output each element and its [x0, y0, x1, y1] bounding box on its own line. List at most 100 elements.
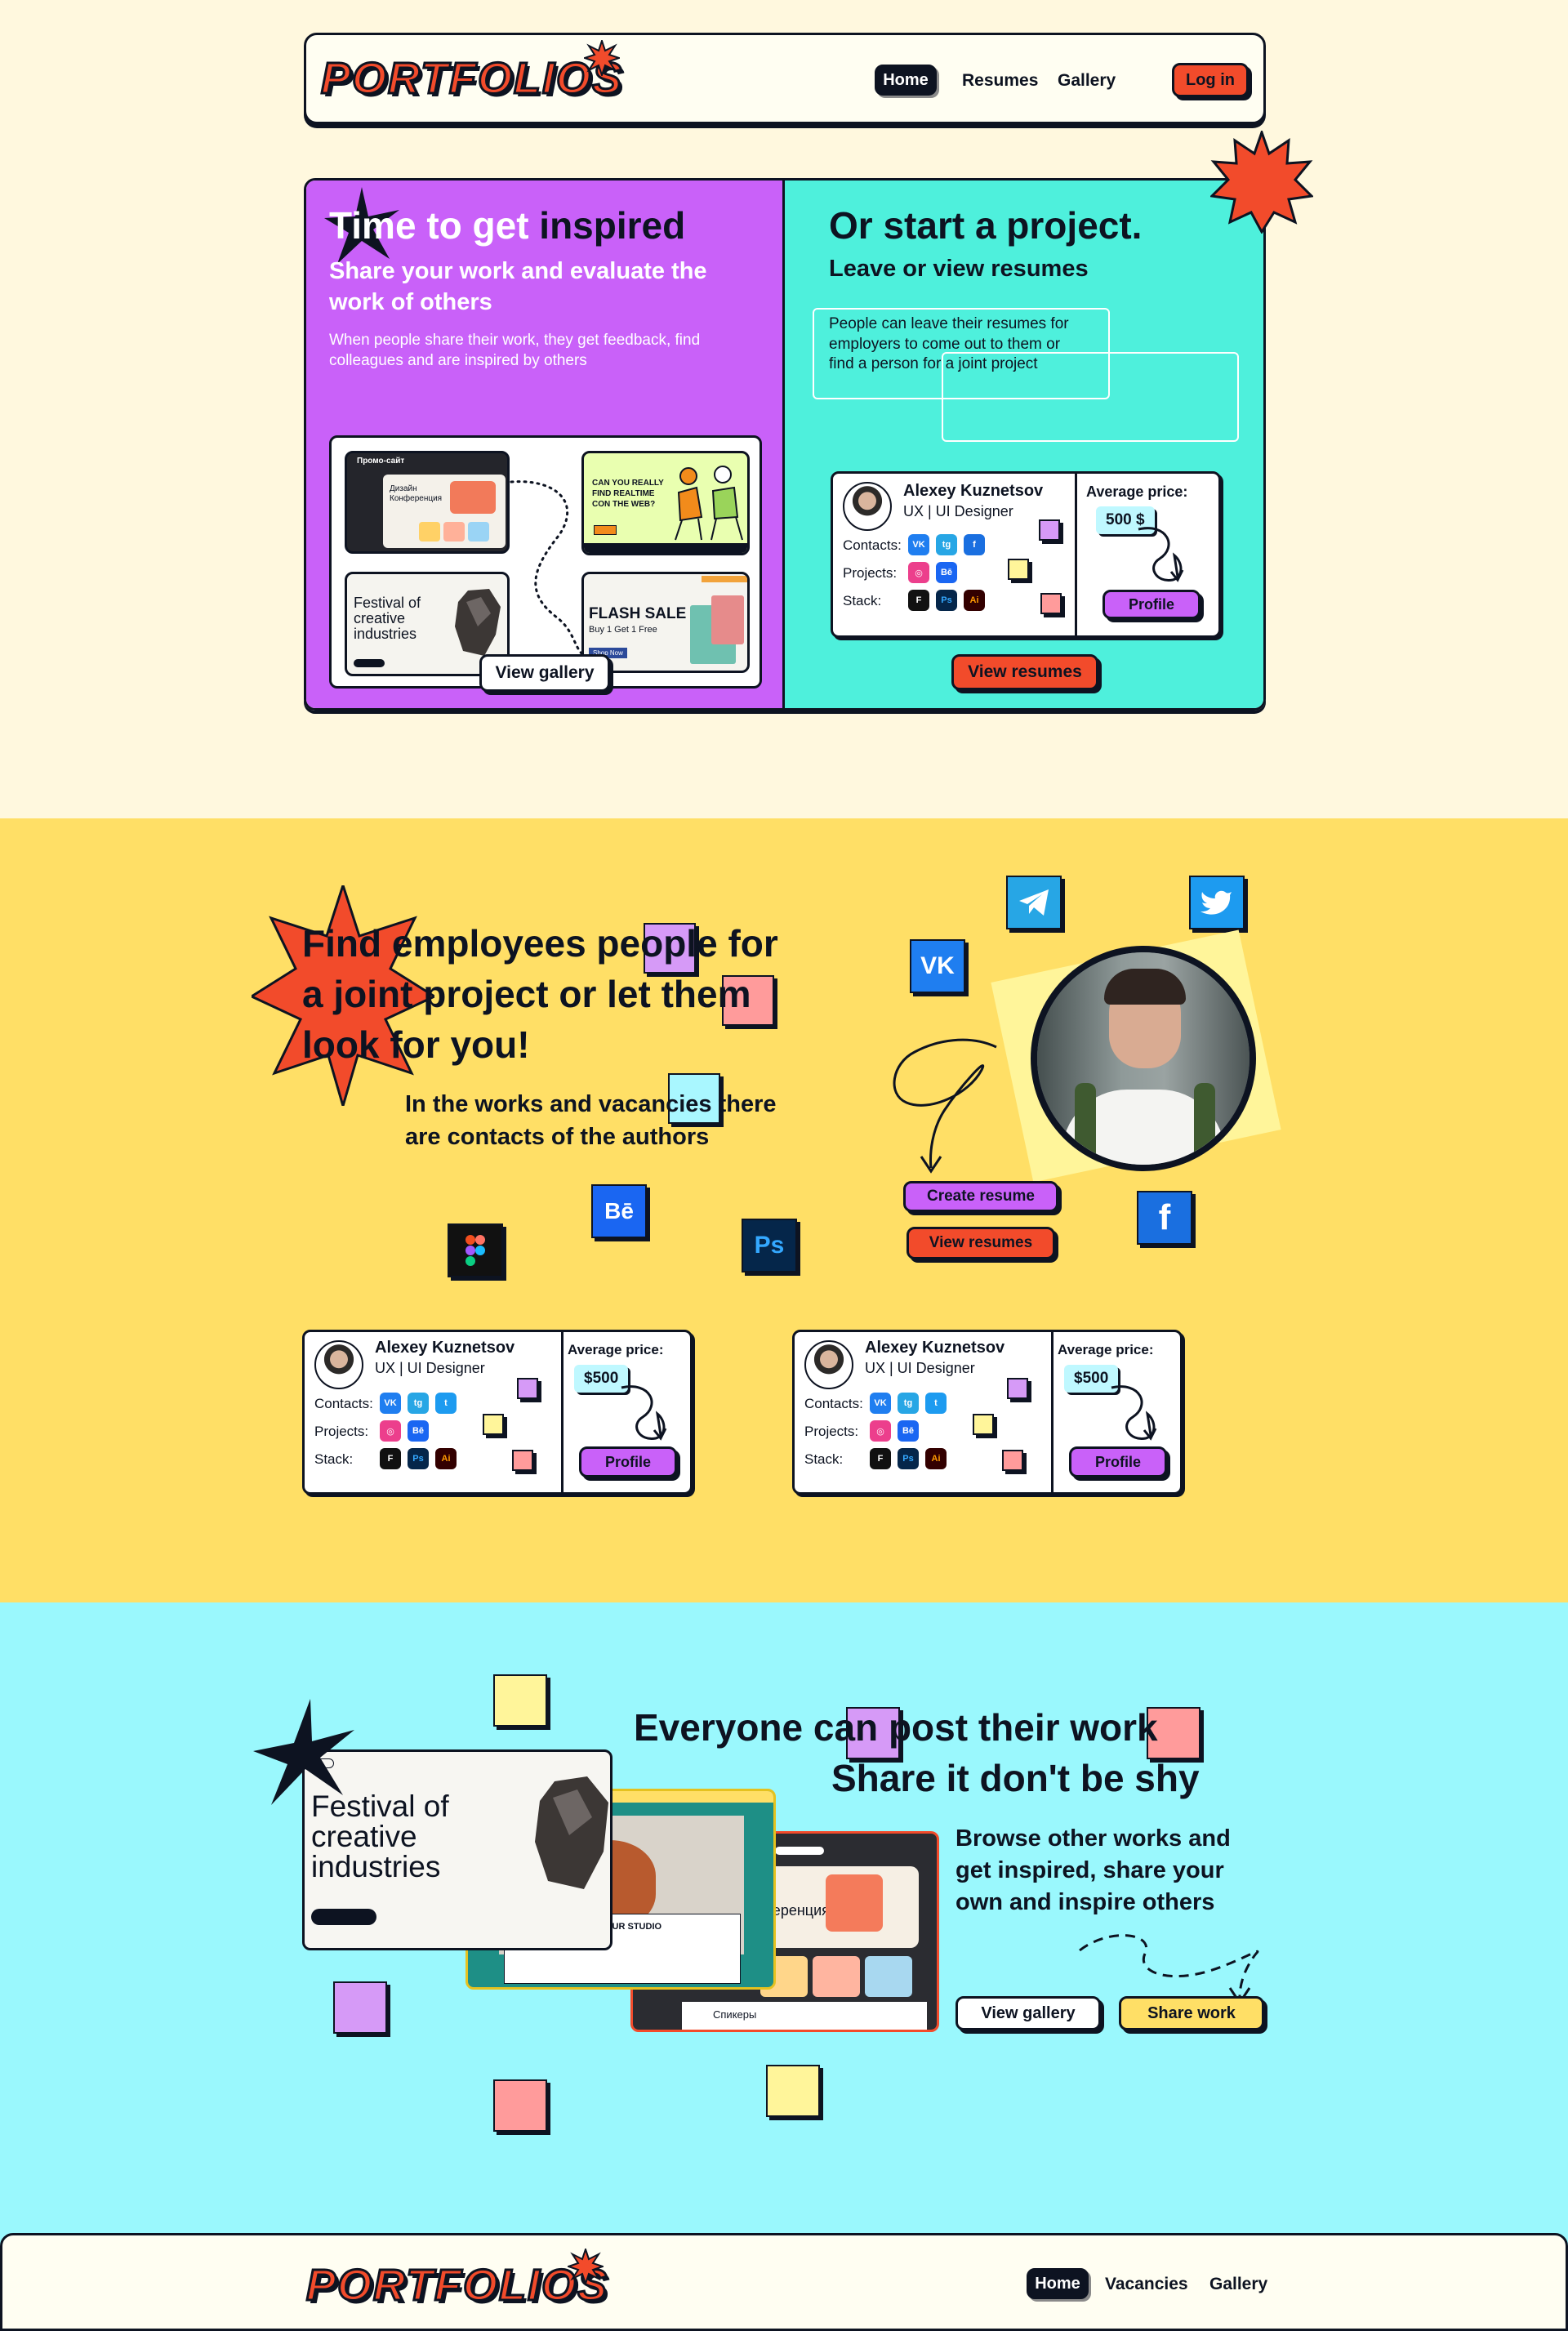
squiggle-arrow-icon: [1111, 1385, 1157, 1441]
conf-card: [865, 1956, 912, 1997]
figma-icon[interactable]: [448, 1223, 503, 1277]
contacts-icons: VK tg t: [380, 1393, 463, 1414]
dribbble-icon[interactable]: ◎: [908, 562, 929, 583]
festival-rock: [535, 1776, 608, 1889]
resume-role: UX | UI Designer: [865, 1360, 975, 1376]
sticky-note: [517, 1378, 538, 1399]
figma-icon: F: [908, 590, 929, 611]
stack-icons: F Ps Ai: [908, 590, 991, 611]
conf-pill: [775, 1847, 824, 1855]
twitter-icon[interactable]: t: [925, 1393, 947, 1414]
hero-left-title-b: inspired: [539, 204, 686, 247]
thumb-realtime-title: CAN YOU REALLY FIND REALTIME CON THE WEB…: [592, 479, 664, 509]
illustrator-icon: Ai: [435, 1448, 457, 1469]
view-resumes-button[interactable]: View resumes: [951, 654, 1098, 690]
behance-icon[interactable]: Bē: [898, 1420, 919, 1442]
employees-sub-1: In the works and vacancies there: [405, 1091, 777, 1117]
employees-title-line-2: a joint project or let them: [302, 973, 751, 1015]
nav-resumes-link[interactable]: Resumes: [962, 71, 1038, 91]
telegram-icon[interactable]: tg: [408, 1393, 429, 1414]
footer-logo[interactable]: PORTFOLIOS: [305, 2260, 608, 2311]
figma-icon: F: [870, 1448, 891, 1469]
red-starburst-icon: [1210, 131, 1313, 234]
average-price-label: Average price:: [1058, 1342, 1154, 1357]
share-work-button[interactable]: Share work: [1119, 1996, 1264, 2030]
portrait-strap: [1194, 1083, 1215, 1165]
footer-vacancies-link[interactable]: Vacancies: [1105, 2275, 1188, 2294]
logo[interactable]: PORTFOLIOS: [319, 53, 623, 105]
projects-icons: ◎ Bē: [380, 1420, 435, 1442]
gallery-preview: Промо-сайт Дизайн Конференция CAN YOU RE…: [329, 435, 762, 689]
twitter-icon[interactable]: [1189, 876, 1245, 929]
hero-section: PORTFOLIOS Home Resumes Gallery Log in T…: [0, 0, 1568, 818]
behance-icon[interactable]: Bē: [591, 1184, 647, 1238]
resume-name: Alexey Kuznetsov: [903, 482, 1044, 500]
login-button[interactable]: Log in: [1172, 63, 1249, 97]
card-divider: [1051, 1332, 1054, 1492]
telegram-icon[interactable]: tg: [898, 1393, 919, 1414]
resume-name: Alexey Kuznetsov: [375, 1339, 515, 1357]
conf-card: [813, 1956, 860, 1997]
telegram-icon[interactable]: [1006, 876, 1062, 929]
dribbble-icon[interactable]: ◎: [380, 1420, 401, 1442]
sticky-note: [1039, 519, 1060, 541]
thumb-flashsale-bar: [702, 576, 747, 582]
post-text: Browse other works and get inspired, sha…: [956, 1825, 1231, 1915]
behance-icon[interactable]: Bē: [408, 1420, 429, 1442]
view-gallery-button-2[interactable]: View gallery: [956, 1996, 1101, 2030]
portrait-strap: [1075, 1083, 1096, 1165]
vk-icon[interactable]: VK: [910, 939, 965, 993]
sticky-note: [1008, 559, 1029, 580]
view-gallery-button[interactable]: View gallery: [479, 654, 610, 692]
nav-gallery-link[interactable]: Gallery: [1058, 71, 1116, 91]
employees-title-line-3: look for you!: [302, 1023, 530, 1066]
profile-button[interactable]: Profile: [1069, 1446, 1167, 1477]
thumb-festival-title: Festival of creative industries: [354, 595, 421, 642]
hero-right-text: People can leave their resumes for emplo…: [829, 315, 1069, 373]
thumb-promo-screen: Дизайн Конференция: [383, 475, 506, 548]
thumb-flashsale-sub: Buy 1 Get 1 Free: [589, 625, 657, 635]
festival-button: [311, 1909, 376, 1925]
conf-image: [826, 1874, 883, 1932]
profile-button[interactable]: Profile: [1102, 590, 1200, 619]
avatar: [843, 482, 892, 531]
create-resume-button[interactable]: Create resume: [903, 1181, 1058, 1212]
vk-icon[interactable]: VK: [908, 534, 929, 555]
site-header: PORTFOLIOS Home Resumes Gallery Log in: [304, 33, 1266, 124]
telegram-icon[interactable]: tg: [936, 534, 957, 555]
resume-card-hero: Alexey Kuznetsov UX | UI Designer Contac…: [831, 471, 1221, 638]
sticky-note: [333, 1981, 387, 2034]
footer-home-button[interactable]: Home: [1027, 2268, 1089, 2299]
vk-icon[interactable]: VK: [870, 1393, 891, 1414]
dribbble-icon[interactable]: ◎: [870, 1420, 891, 1442]
photoshop-icon: Ps: [936, 590, 957, 611]
footer-gallery-link[interactable]: Gallery: [1209, 2275, 1267, 2294]
average-price-label: Average price:: [1086, 484, 1188, 500]
thumb-festival-button: [354, 659, 385, 667]
sticky-note: [493, 2079, 547, 2132]
projects-icons: ◎ Bē: [870, 1420, 925, 1442]
resume-card-2: Alexey Kuznetsov UX | UI Designer Contac…: [792, 1330, 1183, 1495]
projects-label: Projects:: [804, 1424, 859, 1439]
photoshop-icon[interactable]: Ps: [742, 1219, 797, 1272]
view-resumes-button-2[interactable]: View resumes: [906, 1227, 1055, 1259]
thumb-promo-card: [419, 522, 440, 542]
thumb-festival-rock: [455, 589, 501, 656]
photoshop-icon: Ps: [408, 1448, 429, 1469]
post-work-section: ференция Спикеры OUR STUDIO Festival of …: [0, 1602, 1568, 2331]
starburst-icon: [584, 40, 620, 76]
studio-title: OUR STUDIO: [605, 1922, 662, 1932]
facebook-icon[interactable]: f: [964, 534, 985, 555]
average-price-label: Average price:: [568, 1342, 664, 1357]
nav-home-button[interactable]: Home: [875, 65, 937, 96]
resume-name: Alexey Kuznetsov: [865, 1339, 1005, 1357]
portrait-hair: [1104, 969, 1186, 1005]
facebook-icon[interactable]: f: [1137, 1191, 1192, 1245]
twitter-icon[interactable]: t: [435, 1393, 457, 1414]
hero-right-title: Or start a project.: [829, 204, 1143, 247]
starburst-icon: [568, 2249, 604, 2284]
profile-button[interactable]: Profile: [579, 1446, 677, 1477]
vk-icon[interactable]: VK: [380, 1393, 401, 1414]
behance-icon[interactable]: Bē: [936, 562, 957, 583]
thumb-flashsale-image: [711, 595, 744, 644]
